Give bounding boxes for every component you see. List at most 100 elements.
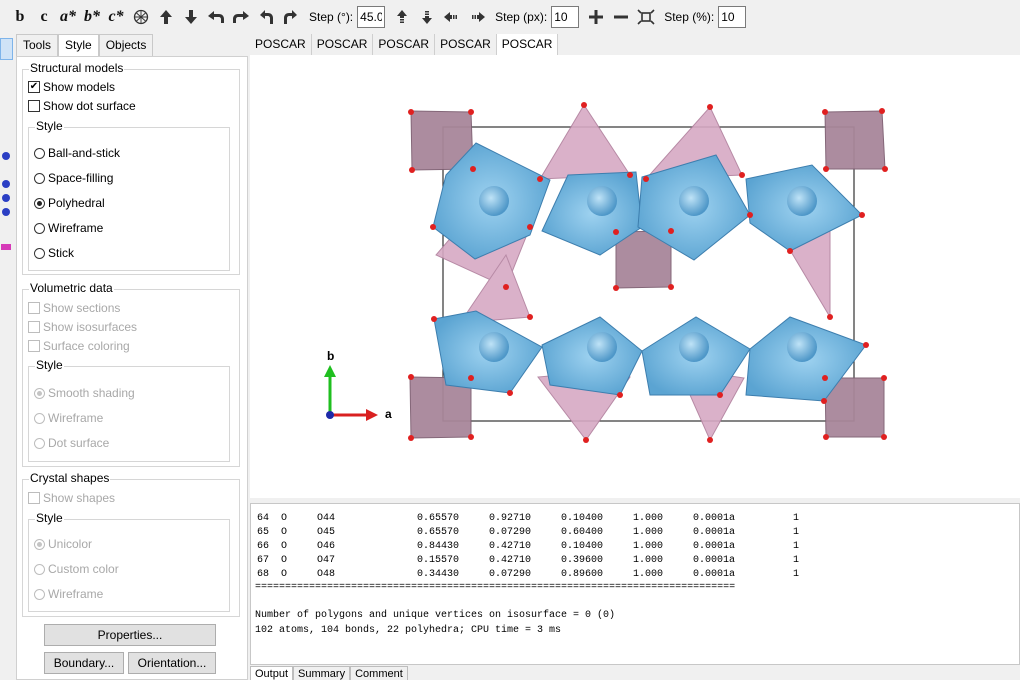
step-px-input[interactable]	[551, 6, 580, 28]
file-tab-1[interactable]: POSCAR	[250, 34, 312, 55]
table-cell: 66	[257, 541, 270, 552]
translate-down-icon[interactable]	[414, 4, 439, 30]
angle-tool-icon[interactable]	[2, 194, 10, 202]
view-c-star-button[interactable]: c*	[104, 4, 128, 30]
radio-stick[interactable]: Stick	[34, 246, 74, 260]
output-line-1: Number of polygons and unique vertices o…	[255, 610, 616, 621]
tab-comment[interactable]: Comment	[350, 666, 408, 680]
table-row: 64 O O44 0.65570 0.92710 0.10400 1.000 0.0001a 1	[257, 512, 807, 526]
table-cell: 0.000	[692, 541, 723, 552]
checkbox-unchecked[interactable]	[28, 100, 40, 112]
crystal-style-group: Style Unicolor Custom color Wireframe	[28, 511, 230, 612]
structure-canvas[interactable]: b a	[250, 55, 1020, 498]
rotate-left-icon[interactable]	[203, 4, 228, 30]
radio-space-filling[interactable]: Space-filling	[34, 171, 113, 185]
view-b-button[interactable]: b	[8, 4, 32, 30]
view-a-star-button[interactable]: a*	[56, 4, 80, 30]
radio-ball-and-stick[interactable]: Ball-and-stick	[34, 146, 120, 160]
radio-unicolor[interactable]: Unicolor	[34, 537, 92, 551]
smooth-shading-label: Smooth shading	[48, 386, 135, 400]
table-cell: O44	[317, 513, 336, 524]
view-c-button[interactable]: c	[32, 4, 56, 30]
show-dot-surface-checkbox[interactable]: Show dot surface	[28, 99, 136, 113]
orientation-button[interactable]: Orientation...	[128, 652, 216, 674]
radio-dot-surface[interactable]: Dot surface	[34, 436, 109, 450]
file-tab-5[interactable]: POSCAR	[496, 34, 559, 55]
step-pct-input[interactable]	[718, 6, 747, 28]
step-deg-input[interactable]	[357, 6, 386, 28]
tab-summary[interactable]: Summary	[293, 666, 351, 680]
vol-wireframe-label: Wireframe	[48, 411, 104, 425]
radio-custom-color[interactable]: Custom color	[34, 562, 119, 576]
show-sections-label: Show sections	[43, 301, 121, 315]
select-tool-icon[interactable]	[0, 38, 13, 60]
boundary-button[interactable]: Boundary...	[44, 652, 124, 674]
style-tab-body: Structural models ✔ Show models Show dot…	[16, 56, 248, 680]
output-separator: ========================================…	[255, 582, 736, 593]
file-tab-3[interactable]: POSCAR	[373, 34, 436, 55]
show-isosurfaces-checkbox[interactable]: Show isosurfaces	[28, 320, 137, 334]
crystal-shapes-title: Crystal shapes	[29, 471, 111, 485]
tab-style[interactable]: Style	[58, 34, 99, 56]
bond-tool-icon[interactable]	[2, 180, 10, 188]
show-dot-surface-label: Show dot surface	[43, 99, 136, 113]
properties-button[interactable]: Properties...	[44, 624, 216, 646]
radio-polyhedral[interactable]: Polyhedral	[34, 196, 105, 210]
dot-surface-label: Dot surface	[48, 436, 110, 450]
space-filling-label: Space-filling	[48, 171, 114, 185]
show-models-checkbox[interactable]: ✔ Show models	[28, 80, 115, 94]
magenta-tool-icon[interactable]	[1, 244, 11, 250]
table-cell: O	[281, 513, 288, 524]
show-sections-checkbox[interactable]: Show sections	[28, 301, 120, 315]
tab-output[interactable]: Output	[250, 666, 294, 680]
fit-to-screen-icon[interactable]	[633, 4, 658, 30]
table-cell: 0.000	[692, 513, 723, 524]
toolbar: b c a* b* c* Step (°): Step (px):	[0, 0, 1020, 34]
rotate-ccw-icon[interactable]	[253, 4, 278, 30]
file-tab-4[interactable]: POSCAR	[435, 34, 497, 55]
polyhedral-label: Polyhedral	[48, 196, 105, 210]
table-cell: 1	[793, 527, 800, 538]
atom-table: 64 O O44 0.65570 0.92710 0.10400 1.000 0.0001a 1…	[257, 512, 807, 582]
translate-left-icon[interactable]	[439, 4, 464, 30]
tab-tools[interactable]: Tools	[16, 34, 59, 56]
wireframe-label: Wireframe	[48, 221, 104, 235]
structural-models-title: Structural models	[29, 61, 125, 75]
zoom-in-icon[interactable]	[583, 4, 608, 30]
table-cell: 0.07290	[488, 527, 531, 538]
table-cell: 0.89600	[560, 569, 603, 580]
radio-wireframe[interactable]: Wireframe	[34, 221, 103, 235]
view-b-star-button[interactable]: b*	[80, 4, 104, 30]
tab-objects[interactable]: Objects	[98, 34, 154, 56]
rotate-down-icon[interactable]	[178, 4, 203, 30]
checkbox-checked[interactable]: ✔	[28, 81, 40, 93]
torsion-tool-icon[interactable]	[2, 208, 10, 216]
surface-coloring-checkbox[interactable]: Surface coloring	[28, 339, 130, 353]
output-panel[interactable]: 64 O O44 0.65570 0.92710 0.10400 1.000 0.0001a 1…	[250, 503, 1020, 665]
show-shapes-checkbox[interactable]: Show shapes	[28, 491, 115, 505]
table-cell: 64	[257, 513, 270, 524]
step-pct-label: Step (%):	[664, 10, 715, 24]
table-cell: 1.000	[632, 527, 663, 538]
radio-vol-wireframe[interactable]: Wireframe	[34, 411, 103, 425]
radio-smooth-shading[interactable]: Smooth shading	[34, 386, 135, 400]
zoom-out-icon[interactable]	[608, 4, 633, 30]
table-cell: 1	[793, 555, 800, 566]
atom-tool-icon[interactable]	[2, 152, 10, 160]
table-cell: 68	[257, 569, 270, 580]
translate-right-icon[interactable]	[464, 4, 489, 30]
table-cell: 0.39600	[560, 555, 603, 566]
table-cell: 0.84430	[416, 541, 459, 552]
table-cell: 0.34430	[416, 569, 459, 580]
rotate-cw-icon[interactable]	[278, 4, 303, 30]
rotate-up-icon[interactable]	[153, 4, 178, 30]
table-cell: O	[281, 527, 288, 538]
translate-up-icon[interactable]	[389, 4, 414, 30]
radio-crystal-wireframe[interactable]: Wireframe	[34, 587, 103, 601]
polyhedron-view-icon[interactable]	[128, 4, 153, 30]
table-cell: 1a	[723, 513, 736, 524]
volumetric-data-title: Volumetric data	[29, 281, 114, 295]
file-tab-2[interactable]: POSCAR	[311, 34, 374, 55]
rotate-right-icon[interactable]	[228, 4, 253, 30]
axis-origin	[326, 411, 334, 419]
